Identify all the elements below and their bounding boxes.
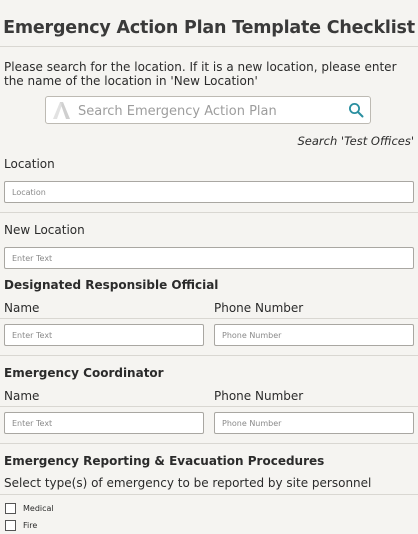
divider [0, 212, 418, 213]
coordinator-name-label: Name [4, 389, 40, 403]
fire-label: Fire [23, 521, 38, 530]
search-box[interactable] [45, 96, 371, 124]
official-name-field[interactable] [4, 324, 204, 346]
divider [0, 494, 418, 495]
search-input[interactable] [76, 99, 342, 123]
divider [0, 355, 418, 356]
medical-checkbox[interactable] [5, 503, 16, 514]
coordinator-heading: Emergency Coordinator [4, 366, 164, 380]
logo-icon [53, 102, 70, 119]
search-icon[interactable] [348, 102, 364, 118]
fire-checkbox[interactable] [5, 520, 16, 531]
coordinator-phone-field[interactable] [214, 412, 414, 434]
intro-text: Please search for the location. If it is… [4, 60, 397, 88]
location-label: Location [4, 157, 55, 171]
page-title: Emergency Action Plan Template Checklist [3, 18, 415, 38]
location-field[interactable] [4, 181, 414, 203]
reporting-question: Select type(s) of emergency to be report… [4, 476, 372, 490]
new-location-field[interactable] [4, 247, 414, 269]
medical-label: Medical [23, 504, 54, 513]
reporting-heading: Emergency Reporting & Evacuation Procedu… [4, 454, 325, 468]
search-hint: Search 'Test Offices' [297, 134, 414, 148]
coordinator-name-field[interactable] [4, 412, 204, 434]
official-phone-field[interactable] [214, 324, 414, 346]
official-name-label: Name [4, 301, 40, 315]
new-location-label: New Location [4, 223, 85, 237]
designated-official-heading: Designated Responsible Official [4, 278, 219, 292]
divider [0, 318, 418, 319]
official-phone-label: Phone Number [214, 301, 304, 315]
divider [0, 46, 418, 47]
divider [0, 406, 418, 407]
divider [0, 443, 418, 444]
coordinator-phone-label: Phone Number [214, 389, 304, 403]
